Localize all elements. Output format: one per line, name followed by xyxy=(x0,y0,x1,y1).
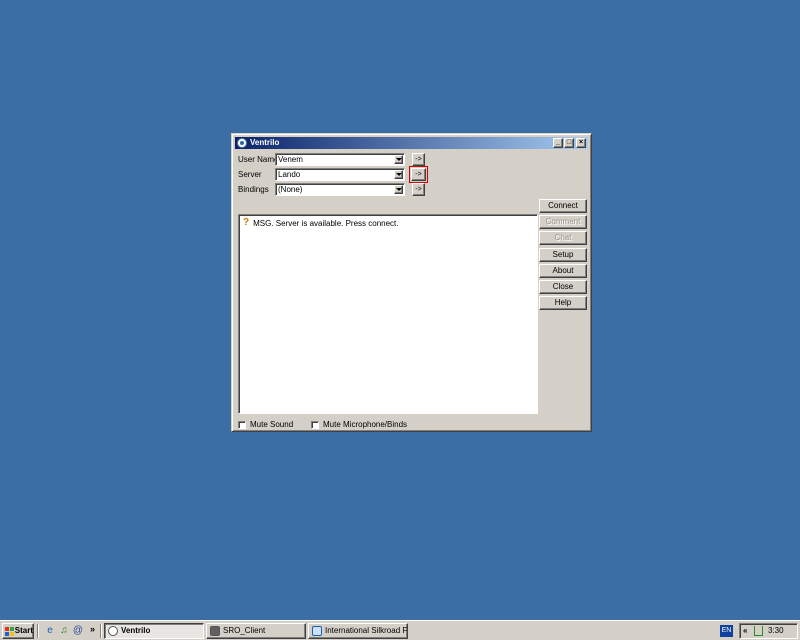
mute-sound-label: Mute Sound xyxy=(250,420,294,429)
ventrilo-app-icon xyxy=(237,138,247,148)
system-tray: « 3:30 PM xyxy=(739,623,798,639)
task-sro-client[interactable]: SRO_Client xyxy=(206,623,306,639)
taskbar-separator xyxy=(37,624,39,638)
outlook-express-icon[interactable]: @ xyxy=(72,625,84,637)
user-name-dropdown-icon[interactable] xyxy=(394,155,403,164)
connect-button[interactable]: Connect xyxy=(539,199,587,213)
user-name-value: Venem xyxy=(278,155,303,164)
about-button[interactable]: About xyxy=(539,264,587,278)
server-label: Server xyxy=(238,170,262,179)
close-button[interactable]: Close xyxy=(539,280,587,294)
windows-logo-icon xyxy=(5,626,14,636)
title-bar[interactable]: Ventrilo _ □ × xyxy=(235,137,588,149)
bindings-value: (None) xyxy=(278,185,303,194)
ventrilo-task-icon xyxy=(108,626,118,636)
clock[interactable]: 3:30 PM xyxy=(768,624,797,640)
close-window-button[interactable]: × xyxy=(576,138,586,148)
log-message: ? MSG. Server is available. Press connec… xyxy=(243,218,399,228)
user-name-combo[interactable]: Venem xyxy=(275,153,405,166)
window-title: Ventrilo xyxy=(250,138,280,147)
help-button[interactable]: Help xyxy=(539,296,587,310)
taskbar-separator xyxy=(100,624,102,638)
task-label: SRO_Client xyxy=(223,626,266,635)
mute-microphone-option[interactable]: Mute Microphone/Binds xyxy=(311,420,407,429)
server-dropdown-icon[interactable] xyxy=(394,170,403,179)
bindings-dropdown-icon[interactable] xyxy=(394,185,403,194)
message-log[interactable]: ? MSG. Server is available. Press connec… xyxy=(238,214,538,414)
minimize-button[interactable]: _ xyxy=(553,138,563,148)
language-indicator[interactable]: EN xyxy=(720,625,733,637)
chat-button[interactable]: Chat xyxy=(539,231,587,245)
bindings-combo[interactable]: (None) xyxy=(275,183,405,196)
internet-explorer-task-icon xyxy=(312,626,322,636)
media-player-icon[interactable]: ♫ xyxy=(58,625,70,637)
internet-explorer-icon[interactable]: e xyxy=(44,625,56,637)
start-button[interactable]: Start xyxy=(2,623,34,639)
setup-button[interactable]: Setup xyxy=(539,248,587,262)
mute-sound-checkbox[interactable] xyxy=(238,420,246,429)
user-name-edit-button[interactable]: -> xyxy=(412,153,425,166)
ventrilo-window: Ventrilo _ □ × User Name Venem -> Server… xyxy=(231,133,592,432)
task-silkroad-forum[interactable]: International Silkroad Fo... xyxy=(308,623,408,639)
bindings-edit-button[interactable]: -> xyxy=(412,183,425,196)
server-combo[interactable]: Lando xyxy=(275,168,405,181)
user-name-label: User Name xyxy=(238,155,279,164)
task-label: Ventrilo xyxy=(121,626,151,635)
sro-client-task-icon xyxy=(210,626,220,636)
tray-expand-icon[interactable]: « xyxy=(743,624,747,638)
server-edit-button[interactable]: -> xyxy=(409,166,428,183)
task-ventrilo[interactable]: Ventrilo xyxy=(104,623,204,639)
task-label: International Silkroad Fo... xyxy=(325,626,408,635)
mute-sound-option[interactable]: Mute Sound xyxy=(238,420,293,429)
taskbar: Start e ♫ @ » Ventrilo SRO_Client Intern… xyxy=(0,620,800,640)
mute-microphone-label: Mute Microphone/Binds xyxy=(323,420,408,429)
mute-microphone-checkbox[interactable] xyxy=(311,420,319,429)
start-label: Start xyxy=(14,626,33,635)
server-value: Lando xyxy=(278,170,301,179)
bindings-label: Bindings xyxy=(238,185,269,194)
question-mark-icon: ? xyxy=(243,217,250,228)
comment-button[interactable]: Comment xyxy=(539,215,587,229)
network-tray-icon[interactable] xyxy=(754,626,763,636)
quick-launch-more-icon[interactable]: » xyxy=(90,624,95,634)
maximize-button[interactable]: □ xyxy=(564,138,574,148)
log-message-text: MSG. Server is available. Press connect. xyxy=(253,218,399,228)
